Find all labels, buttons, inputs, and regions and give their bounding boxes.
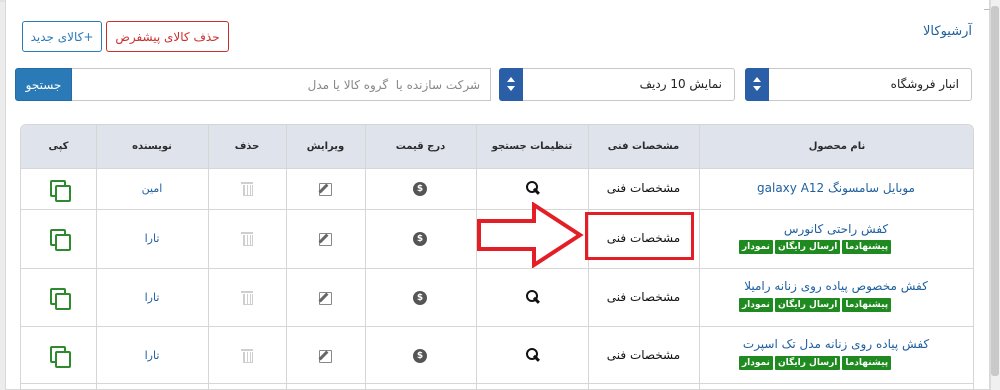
column-divider: [286, 125, 287, 389]
page-title: آرشیوکالا: [923, 24, 972, 39]
column-divider: [208, 125, 209, 389]
author-link[interactable]: امین: [96, 182, 208, 195]
scrollbar-thumb[interactable]: [991, 6, 999, 376]
tag-badge[interactable]: نمودار: [739, 356, 773, 370]
header-product-name: نام محصول: [808, 141, 866, 152]
header-search-settings: تنظیمات جستجو: [491, 141, 573, 152]
product-tags: پیشنهادما ارسال رایگان نمودار: [739, 298, 892, 312]
row-divider: [21, 383, 973, 384]
new-product-button[interactable]: +کالای جدید: [22, 21, 102, 52]
search-icon[interactable]: [526, 290, 540, 304]
copy-icon[interactable]: [50, 288, 71, 310]
annotation-arrow-icon: [477, 202, 584, 268]
specs-link[interactable]: مشخصات فنی: [588, 290, 699, 304]
trash-icon[interactable]: [241, 291, 253, 305]
search-icon[interactable]: [526, 181, 540, 195]
tag-badge[interactable]: نمودار: [739, 240, 773, 254]
author-link[interactable]: تارا: [96, 349, 208, 362]
tag-badge[interactable]: پیشنهادما: [842, 356, 892, 370]
column-divider: [365, 125, 366, 389]
header-specs: مشخصات فنی: [607, 141, 680, 152]
rows-per-page-value: نمایش 10 ردیف: [639, 77, 722, 91]
tag-badge[interactable]: ارسال رایگان: [774, 298, 841, 312]
rows-per-page-select[interactable]: نمایش 10 ردیف: [499, 68, 735, 101]
copy-icon[interactable]: [50, 180, 71, 202]
author-link[interactable]: تارا: [96, 291, 208, 304]
product-name-link[interactable]: موبایل سامسونگ galaxy A12: [721, 181, 951, 195]
store-select[interactable]: انبار فروشگاه: [745, 68, 972, 101]
dollar-coin-icon[interactable]: $: [413, 291, 427, 305]
select-arrows-icon: [745, 68, 769, 101]
edit-icon[interactable]: [319, 232, 332, 246]
author-link[interactable]: تارا: [96, 232, 208, 245]
header-copy: کپی: [48, 141, 69, 152]
edit-icon[interactable]: [319, 349, 332, 363]
delete-default-product-button[interactable]: حذف کالای پیشفرض: [106, 21, 229, 52]
tag-badge[interactable]: پیشنهادما: [842, 298, 892, 312]
search-button[interactable]: جستجو: [15, 68, 72, 101]
header-author: نویسنده: [132, 141, 172, 152]
column-divider: [699, 125, 700, 389]
scrollbar[interactable]: [990, 0, 1000, 390]
row-divider: [21, 326, 973, 327]
header-edit: ویرایش: [306, 141, 345, 152]
tag-badge[interactable]: نمودار: [739, 298, 773, 312]
row-divider: [21, 268, 973, 269]
search-icon[interactable]: [526, 348, 540, 362]
trash-icon[interactable]: [241, 182, 253, 196]
product-name-link[interactable]: کفش پیاده روی زنانه مدل تک اسپرت: [711, 337, 961, 351]
tag-badge[interactable]: پیشنهادما: [842, 240, 892, 254]
copy-icon[interactable]: [50, 346, 71, 368]
copy-icon[interactable]: [50, 229, 71, 251]
product-tags: پیشنهادما ارسال رایگان نمودار: [739, 240, 892, 254]
tag-badge[interactable]: ارسال رایگان: [774, 240, 841, 254]
row-divider: [21, 168, 973, 169]
tag-badge[interactable]: ارسال رایگان: [774, 356, 841, 370]
select-arrows-icon: [499, 68, 523, 101]
product-name-link[interactable]: کفش راحتی کانورس: [721, 222, 951, 236]
dollar-coin-icon[interactable]: $: [413, 232, 427, 246]
search-input[interactable]: [72, 68, 491, 101]
edit-icon[interactable]: [319, 182, 332, 196]
product-name-link[interactable]: کفش مخصوص پیاده روی زنانه راميلا: [711, 279, 961, 293]
dollar-coin-icon[interactable]: $: [413, 182, 427, 196]
store-value: انبار فروشگاه: [890, 77, 959, 91]
specs-link[interactable]: مشخصات فنی: [588, 181, 699, 195]
header-delete: حذف: [234, 141, 260, 152]
product-tags: پیشنهادما ارسال رایگان نمودار: [739, 356, 892, 370]
trash-icon[interactable]: [241, 349, 253, 363]
dollar-coin-icon[interactable]: $: [413, 349, 427, 363]
specs-link[interactable]: مشخصات فنی: [588, 348, 699, 362]
header-price: درج قیمت: [395, 141, 446, 152]
trash-icon[interactable]: [241, 232, 253, 246]
highlight-box: [585, 212, 694, 260]
edit-icon[interactable]: [319, 291, 332, 305]
